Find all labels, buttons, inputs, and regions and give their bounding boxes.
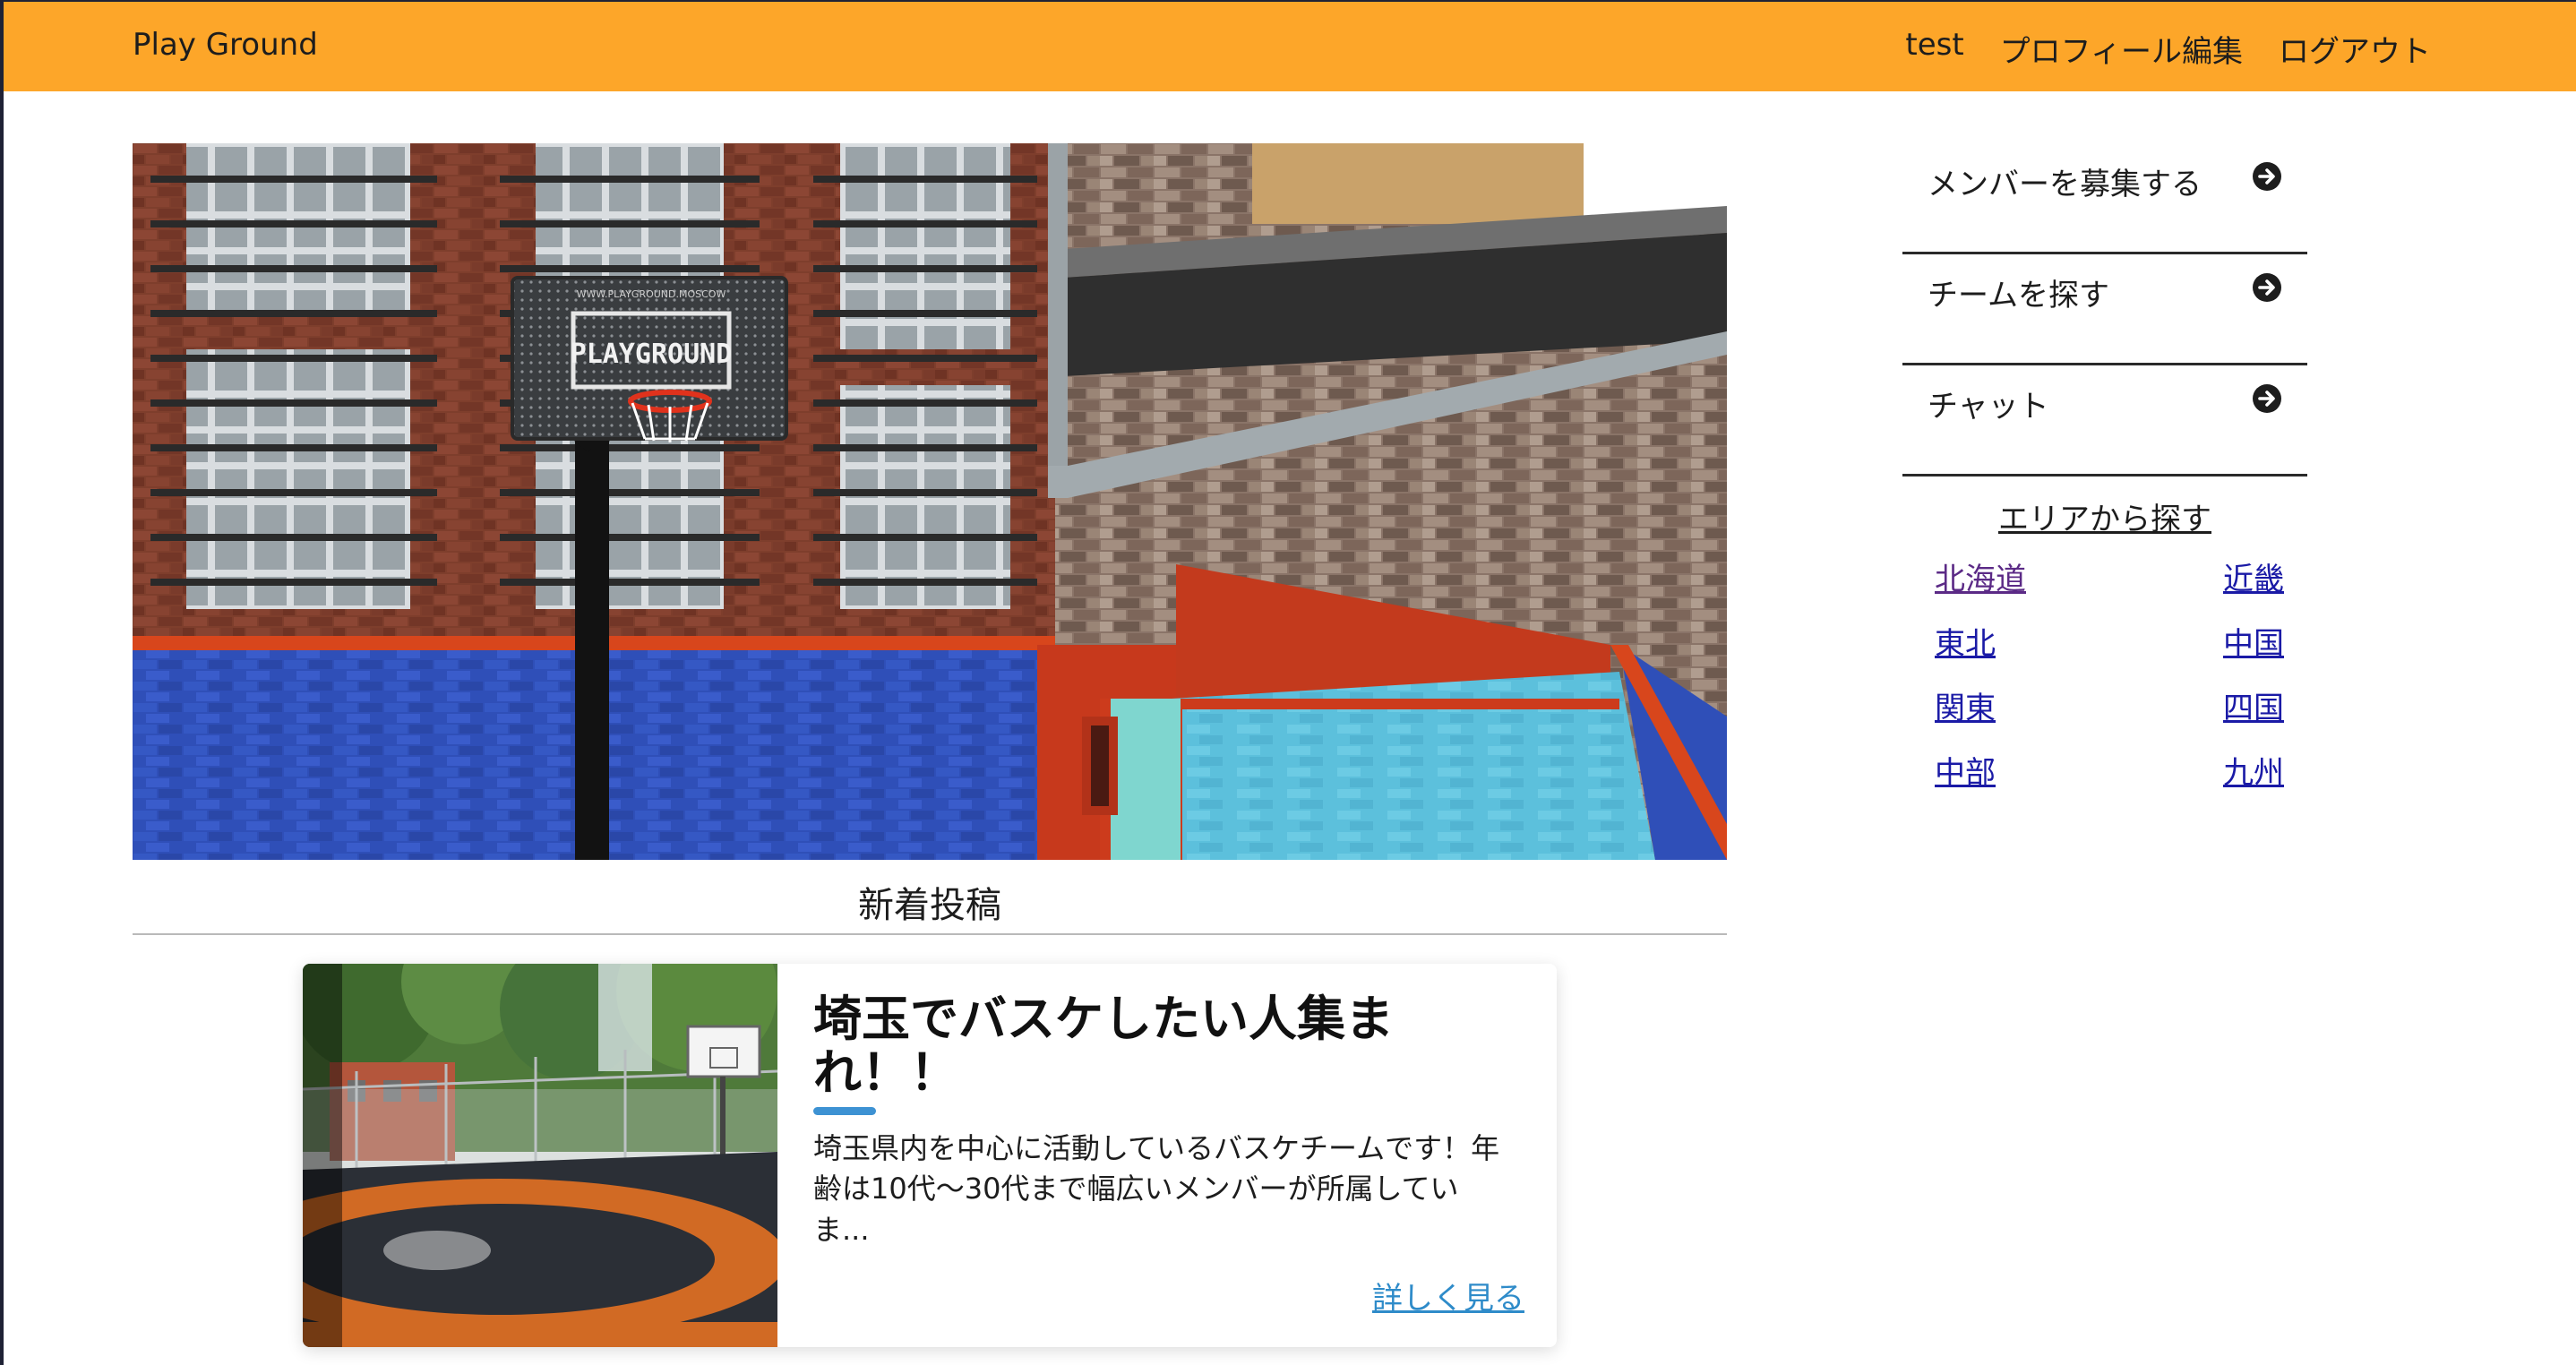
area-link-kyushu[interactable]: 九州	[2223, 754, 2284, 792]
post-card[interactable]: 埼玉でバスケしたい人集まれ！！ 埼玉県内を中心に活動しているバスケチームです！年…	[303, 964, 1557, 1347]
top-navbar: Play Ground test プロフィール編集 ログアウト	[4, 2, 2576, 91]
divider	[133, 933, 1727, 935]
new-posts-heading: 新着投稿	[858, 885, 1001, 926]
area-link-tohoku[interactable]: 東北	[1935, 625, 2223, 663]
read-more-link[interactable]: 詳しく見る	[1372, 1274, 1524, 1318]
sidebar-item-find-team[interactable]: チームを探す	[1902, 254, 2307, 365]
sidebar-item-label: チームを探す	[1928, 278, 2109, 313]
nav-links: test プロフィール編集 ログアウト	[1905, 27, 2431, 71]
sidebar-item-recruit-members[interactable]: メンバーを募集する	[1902, 143, 2307, 254]
browser-frame: Play Ground test プロフィール編集 ログアウト PLAYGROU…	[0, 0, 2576, 1365]
brand-link[interactable]: Play Ground	[133, 27, 318, 63]
area-link-shikoku[interactable]: 四国	[2223, 690, 2284, 727]
hero-sign-text: PLAYGROUND	[571, 339, 733, 370]
area-link-kanto[interactable]: 関東	[1935, 690, 2223, 727]
arrow-circle-right-icon	[2253, 162, 2281, 191]
sidebar-item-label: チャット	[1928, 389, 2049, 425]
arrow-circle-right-icon	[2253, 273, 2281, 302]
area-link-kinki[interactable]: 近畿	[2223, 561, 2284, 598]
page: Play Ground test プロフィール編集 ログアウト PLAYGROU…	[4, 2, 2576, 1365]
area-link-hokkaido[interactable]: 北海道	[1935, 561, 2223, 598]
area-link-chugoku[interactable]: 中国	[2223, 625, 2284, 663]
sidebar-item-chat[interactable]: チャット	[1902, 365, 2307, 476]
nav-edit-profile-link[interactable]: プロフィール編集	[2000, 27, 2243, 71]
post-card-image	[303, 964, 786, 1347]
hero-image: PLAYGROUND WWW.PLAYGROUND.MOSCOW	[133, 143, 1727, 860]
post-title: 埼玉でバスケしたい人集まれ！！	[813, 991, 1394, 1102]
sidebar-item-label: メンバーを募集する	[1928, 167, 2202, 202]
area-link-chubu[interactable]: 中部	[1935, 754, 2223, 792]
post-excerpt: 埼玉県内を中心に活動しているバスケチームです！年齢は10代〜30代まで幅広いメン…	[813, 1131, 1500, 1247]
arrow-circle-right-icon	[2253, 384, 2281, 413]
area-links: 北海道 近畿 東北 中国 関東 四国 中部 九州	[1935, 561, 2284, 792]
sidebar-menu: メンバーを募集する チームを探す チャット	[1902, 143, 2307, 476]
hero-sign-small-text: WWW.PLAYGROUND.MOSCOW	[577, 288, 726, 300]
area-search-heading: エリアから探す	[1998, 502, 2211, 537]
title-accent-bar	[813, 1107, 876, 1115]
nav-user-link[interactable]: test	[1905, 27, 1963, 71]
nav-logout-link[interactable]: ログアウト	[2279, 27, 2431, 71]
